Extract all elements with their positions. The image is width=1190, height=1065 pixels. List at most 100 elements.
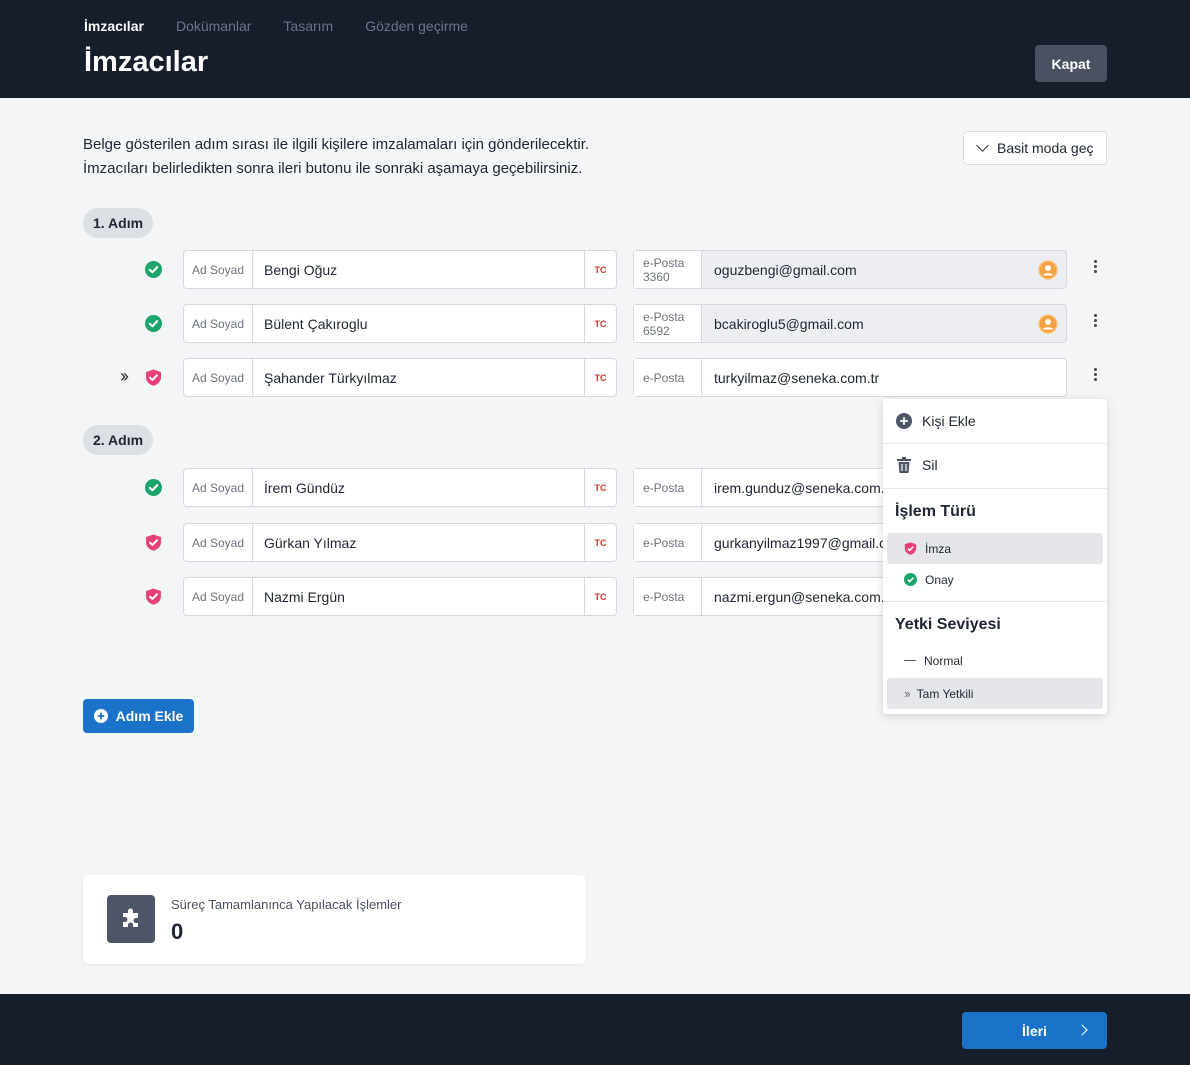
completion-actions-card[interactable]: Süreç Tamamlanınca Yapılacak İşlemler 0: [83, 875, 586, 964]
signer-row: ›› Ad Soyad Şahander Türkyılmaz TC e-Pos…: [0, 358, 1190, 398]
add-person-label: Kişi Ekle: [922, 413, 976, 429]
type-sign-label: İmza: [925, 541, 952, 556]
type-approve-label: Onay: [925, 572, 954, 587]
name-field[interactable]: Ad Soyad Bülent Çakıroglu TC: [183, 304, 617, 343]
name-field[interactable]: Ad Soyad Bengi Oğuz TC: [183, 250, 617, 289]
top-header: İmzacılar Dokümanlar Tasarım Gözden geçi…: [0, 0, 1190, 98]
tc-badge[interactable]: TC: [584, 524, 616, 561]
name-field[interactable]: Ad Soyad İrem Gündüz TC: [183, 468, 617, 507]
tab-design[interactable]: Tasarım: [283, 18, 333, 34]
dash-icon: [904, 659, 916, 662]
more-options-icon[interactable]: [1088, 314, 1102, 334]
next-button[interactable]: İleri: [962, 1012, 1107, 1049]
name-label: Ad Soyad: [184, 359, 253, 396]
step-1-badge: 1. Adım: [83, 208, 154, 238]
email-label: e-Posta: [634, 469, 702, 506]
add-person-menu-item[interactable]: Kişi Ekle: [883, 411, 1107, 431]
email-label-text: e-Posta: [643, 309, 685, 324]
email-value[interactable]: turkyilmaz@seneka.com.tr: [702, 359, 1066, 396]
approve-check-icon: [145, 479, 162, 496]
email-label: e-Posta 6592: [634, 305, 702, 342]
tc-badge[interactable]: TC: [584, 359, 616, 396]
signer-row: Ad Soyad Bülent Çakıroglu TC e-Posta 659…: [0, 304, 1190, 344]
email-value[interactable]: oguzbengi@gmail.com: [702, 251, 1066, 288]
chevron-right-icon: [1076, 1024, 1088, 1036]
name-field[interactable]: Ad Soyad Nazmi Ergün TC: [183, 577, 617, 616]
name-label: Ad Soyad: [184, 251, 253, 288]
add-step-button[interactable]: Adım Ekle: [83, 699, 194, 733]
email-field[interactable]: e-Posta 3360 oguzbengi@gmail.com: [633, 250, 1067, 289]
sign-shield-icon: [146, 369, 161, 386]
name-value[interactable]: Şahander Türkyılmaz: [253, 359, 584, 396]
tc-badge[interactable]: TC: [584, 305, 616, 342]
step-2-badge: 2. Adım: [83, 425, 154, 455]
more-options-icon[interactable]: [1088, 368, 1102, 388]
name-value[interactable]: Gürkan Yılmaz: [253, 524, 584, 561]
close-button[interactable]: Kapat: [1035, 45, 1107, 82]
tc-badge[interactable]: TC: [584, 251, 616, 288]
name-label: Ad Soyad: [184, 469, 253, 506]
simple-mode-label: Basit moda geç: [997, 140, 1094, 156]
authority-normal-option[interactable]: Normal: [887, 645, 1103, 676]
description: Belge gösterilen adım sırası ile ilgili …: [83, 133, 589, 181]
puzzle-icon: [107, 895, 155, 943]
email-label: e-Posta 3360: [634, 251, 702, 288]
tab-signers[interactable]: İmzacılar: [84, 18, 144, 34]
email-label-text: e-Posta: [643, 535, 685, 550]
plus-circle-icon: [93, 709, 108, 723]
approve-check-icon: [145, 315, 162, 332]
name-value[interactable]: Nazmi Ergün: [253, 578, 584, 615]
name-value[interactable]: Bengi Oğuz: [253, 251, 584, 288]
email-label-text: e-Posta: [643, 255, 685, 270]
delete-menu-item[interactable]: Sil: [883, 455, 1107, 475]
name-value[interactable]: İrem Gündüz: [253, 469, 584, 506]
chevron-down-icon: [976, 139, 989, 152]
email-field[interactable]: e-Posta 6592 bcakiroglu5@gmail.com: [633, 304, 1067, 343]
name-value[interactable]: Bülent Çakıroglu: [253, 305, 584, 342]
menu-divider: [883, 601, 1107, 602]
delete-label: Sil: [922, 457, 938, 473]
verified-user-icon: [1038, 314, 1058, 334]
authority-full-label: Tam Yetkili: [916, 686, 974, 701]
email-label: e-Posta: [634, 524, 702, 561]
email-code: 6592: [643, 323, 670, 338]
email-value[interactable]: bcakiroglu5@gmail.com: [702, 305, 1066, 342]
bottom-bar: İleri: [0, 994, 1190, 1065]
page-title: İmzacılar: [84, 46, 209, 78]
approve-check-icon: [904, 573, 917, 586]
email-code: 3360: [643, 269, 670, 284]
sign-shield-icon: [904, 542, 917, 555]
approve-check-icon: [145, 261, 162, 278]
email-label-text: e-Posta: [643, 370, 685, 385]
tab-review[interactable]: Gözden geçirme: [365, 18, 468, 34]
completion-count: 0: [171, 919, 184, 944]
wizard-tabs: İmzacılar Dokümanlar Tasarım Gözden geçi…: [84, 18, 468, 34]
tab-documents[interactable]: Dokümanlar: [176, 18, 251, 34]
tc-badge[interactable]: TC: [584, 578, 616, 615]
signer-context-menu: Kişi Ekle Sil İşlem Türü İmza Onay Yetki…: [883, 399, 1107, 714]
tc-badge[interactable]: TC: [584, 469, 616, 506]
email-label: e-Posta: [634, 359, 702, 396]
trash-icon: [897, 457, 911, 473]
description-line-1: Belge gösterilen adım sırası ile ilgili …: [83, 136, 590, 153]
name-field[interactable]: Ad Soyad Şahander Türkyılmaz TC: [183, 358, 617, 397]
name-label: Ad Soyad: [184, 524, 253, 561]
email-label-text: e-Posta: [643, 589, 685, 604]
full-authority-icon: ››: [120, 366, 129, 386]
email-label-text: e-Posta: [643, 480, 685, 495]
signer-row: Ad Soyad Bengi Oğuz TC e-Posta 3360 oguz…: [0, 250, 1190, 290]
type-sign-option[interactable]: İmza: [887, 533, 1103, 564]
more-options-icon[interactable]: [1088, 260, 1102, 280]
type-approve-option[interactable]: Onay: [887, 564, 1103, 595]
authority-level-heading: Yetki Seviyesi: [895, 616, 1001, 633]
email-field[interactable]: e-Posta turkyilmaz@seneka.com.tr: [633, 358, 1067, 397]
completion-label: Süreç Tamamlanınca Yapılacak İşlemler: [171, 897, 402, 912]
authority-full-option[interactable]: ›› Tam Yetkili: [887, 678, 1103, 709]
menu-divider: [883, 488, 1107, 489]
name-field[interactable]: Ad Soyad Gürkan Yılmaz TC: [183, 523, 617, 562]
description-line-2: İmzacıları belirledikten sonra ileri but…: [83, 160, 583, 177]
verified-user-icon: [1038, 260, 1058, 280]
authority-normal-label: Normal: [924, 653, 963, 668]
add-step-label: Adım Ekle: [115, 708, 184, 724]
simple-mode-button[interactable]: Basit moda geç: [963, 131, 1107, 165]
